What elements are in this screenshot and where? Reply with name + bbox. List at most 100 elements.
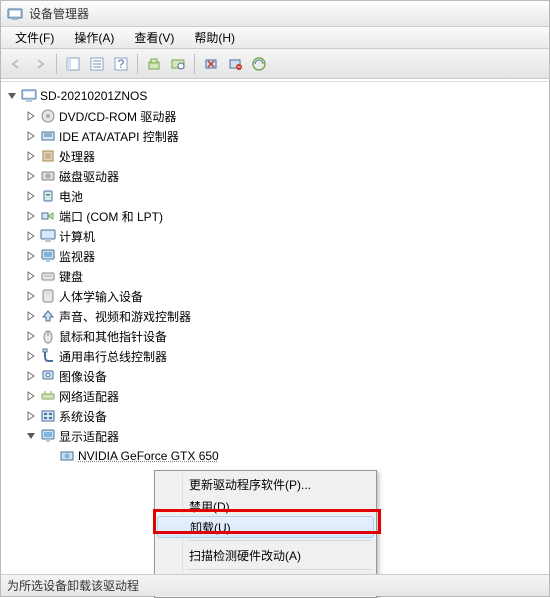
display-adapter-icon xyxy=(40,428,56,444)
category-icon xyxy=(40,228,56,244)
category-icon xyxy=(40,308,56,324)
category-icon xyxy=(40,188,56,204)
category-icon xyxy=(40,328,56,344)
tree-item-label: IDE ATA/ATAPI 控制器 xyxy=(59,128,179,145)
show-hide-tree-button[interactable] xyxy=(62,53,84,75)
category-icon xyxy=(40,168,56,184)
tree-category[interactable]: 鼠标和其他指针设备 xyxy=(24,326,549,346)
tree-root[interactable]: SD-20210201ZNOS xyxy=(5,86,549,106)
gpu-icon xyxy=(59,448,75,464)
category-icon xyxy=(40,288,56,304)
expand-icon[interactable] xyxy=(24,129,38,143)
tree-item-label: 端口 (COM 和 LPT) xyxy=(59,208,163,225)
tree-item-label: 显示适配器 xyxy=(59,428,119,445)
tree-category[interactable]: DVD/CD-ROM 驱动器 xyxy=(24,106,549,126)
device-manager-icon xyxy=(7,6,23,22)
category-icon xyxy=(40,108,56,124)
window-title: 设备管理器 xyxy=(29,5,89,22)
tree-item-label: DVD/CD-ROM 驱动器 xyxy=(59,108,176,125)
tree-root-label: SD-20210201ZNOS xyxy=(40,89,147,103)
tree-category[interactable]: 计算机 xyxy=(24,226,549,246)
scan-hardware-button[interactable] xyxy=(167,53,189,75)
category-icon xyxy=(40,248,56,264)
tree-category-display-adapters[interactable]: 显示适配器 xyxy=(24,426,549,446)
expand-icon[interactable] xyxy=(24,229,38,243)
tree-category[interactable]: 监视器 xyxy=(24,246,549,266)
expand-icon[interactable] xyxy=(24,289,38,303)
tree-category[interactable]: 网络适配器 xyxy=(24,386,549,406)
category-icon xyxy=(40,388,56,404)
expand-icon[interactable] xyxy=(24,209,38,223)
expand-icon[interactable] xyxy=(24,189,38,203)
toolbar: ? xyxy=(1,49,549,79)
tree-item-label: 声音、视频和游戏控制器 xyxy=(59,308,191,325)
expand-icon[interactable] xyxy=(24,169,38,183)
uninstall-button[interactable] xyxy=(200,53,222,75)
category-icon xyxy=(40,148,56,164)
ctx-uninstall[interactable]: 卸载(U) xyxy=(157,516,374,538)
svg-text:?: ? xyxy=(118,57,125,71)
tree-item-label: 处理器 xyxy=(59,148,95,165)
category-icon xyxy=(40,348,56,364)
tree-category[interactable]: IDE ATA/ATAPI 控制器 xyxy=(24,126,549,146)
tree-item-label: 网络适配器 xyxy=(59,388,119,405)
ctx-update-driver[interactable]: 更新驱动程序软件(P)... xyxy=(157,473,374,495)
window-titlebar: 设备管理器 xyxy=(1,1,549,27)
menu-file[interactable]: 文件(F) xyxy=(5,27,64,48)
disable-button[interactable] xyxy=(224,53,246,75)
menu-help[interactable]: 帮助(H) xyxy=(184,27,245,48)
forward-button xyxy=(29,53,51,75)
collapse-icon[interactable] xyxy=(5,89,19,103)
properties-button[interactable] xyxy=(86,53,108,75)
expand-icon[interactable] xyxy=(24,149,38,163)
tree-item-label: 磁盘驱动器 xyxy=(59,168,119,185)
collapse-icon[interactable] xyxy=(24,429,38,443)
tree-category[interactable]: 键盘 xyxy=(24,266,549,286)
ctx-disable[interactable]: 禁用(D) xyxy=(157,495,374,517)
tree-item-label: 通用串行总线控制器 xyxy=(59,348,167,365)
back-button xyxy=(5,53,27,75)
category-icon xyxy=(40,408,56,424)
tree-category[interactable]: 图像设备 xyxy=(24,366,549,386)
tree-category[interactable]: 磁盘驱动器 xyxy=(24,166,549,186)
tree-category[interactable]: 通用串行总线控制器 xyxy=(24,346,549,366)
ctx-scan-hardware[interactable]: 扫描检测硬件改动(A) xyxy=(157,544,374,566)
tree-category[interactable]: 处理器 xyxy=(24,146,549,166)
tree-item-label: 监视器 xyxy=(59,248,95,265)
expand-icon[interactable] xyxy=(24,269,38,283)
enable-button[interactable] xyxy=(248,53,270,75)
menubar: 文件(F) 操作(A) 查看(V) 帮助(H) xyxy=(1,27,549,49)
tree-device-gpu[interactable]: NVIDIA GeForce GTX 650 xyxy=(43,446,549,466)
expand-icon[interactable] xyxy=(24,409,38,423)
expand-icon[interactable] xyxy=(24,249,38,263)
tree-item-label: 系统设备 xyxy=(59,408,107,425)
expand-icon[interactable] xyxy=(24,349,38,363)
tree-category[interactable]: 电池 xyxy=(24,186,549,206)
menu-action[interactable]: 操作(A) xyxy=(64,27,124,48)
status-bar: 为所选设备卸载该驱动程 xyxy=(1,574,549,596)
tree-item-label: 人体学输入设备 xyxy=(59,288,143,305)
category-icon xyxy=(40,268,56,284)
expand-icon[interactable] xyxy=(24,329,38,343)
category-icon xyxy=(40,208,56,224)
update-driver-button[interactable] xyxy=(143,53,165,75)
tree-category[interactable]: 声音、视频和游戏控制器 xyxy=(24,306,549,326)
tree-category[interactable]: 系统设备 xyxy=(24,406,549,426)
tree-item-label: 鼠标和其他指针设备 xyxy=(59,328,167,345)
menu-view[interactable]: 查看(V) xyxy=(124,27,184,48)
tree-item-label: NVIDIA GeForce GTX 650 xyxy=(78,449,219,463)
computer-icon xyxy=(21,88,37,104)
tree-item-label: 电池 xyxy=(59,188,83,205)
tree-category[interactable]: 端口 (COM 和 LPT) xyxy=(24,206,549,226)
expand-icon[interactable] xyxy=(24,309,38,323)
expand-icon[interactable] xyxy=(24,109,38,123)
tree-category[interactable]: 人体学输入设备 xyxy=(24,286,549,306)
category-icon xyxy=(40,368,56,384)
help-button[interactable]: ? xyxy=(110,53,132,75)
status-text: 为所选设备卸载该驱动程 xyxy=(7,577,139,594)
category-icon xyxy=(40,128,56,144)
tree-item-label: 图像设备 xyxy=(59,368,107,385)
tree-item-label: 键盘 xyxy=(59,268,83,285)
expand-icon[interactable] xyxy=(24,389,38,403)
expand-icon[interactable] xyxy=(24,369,38,383)
